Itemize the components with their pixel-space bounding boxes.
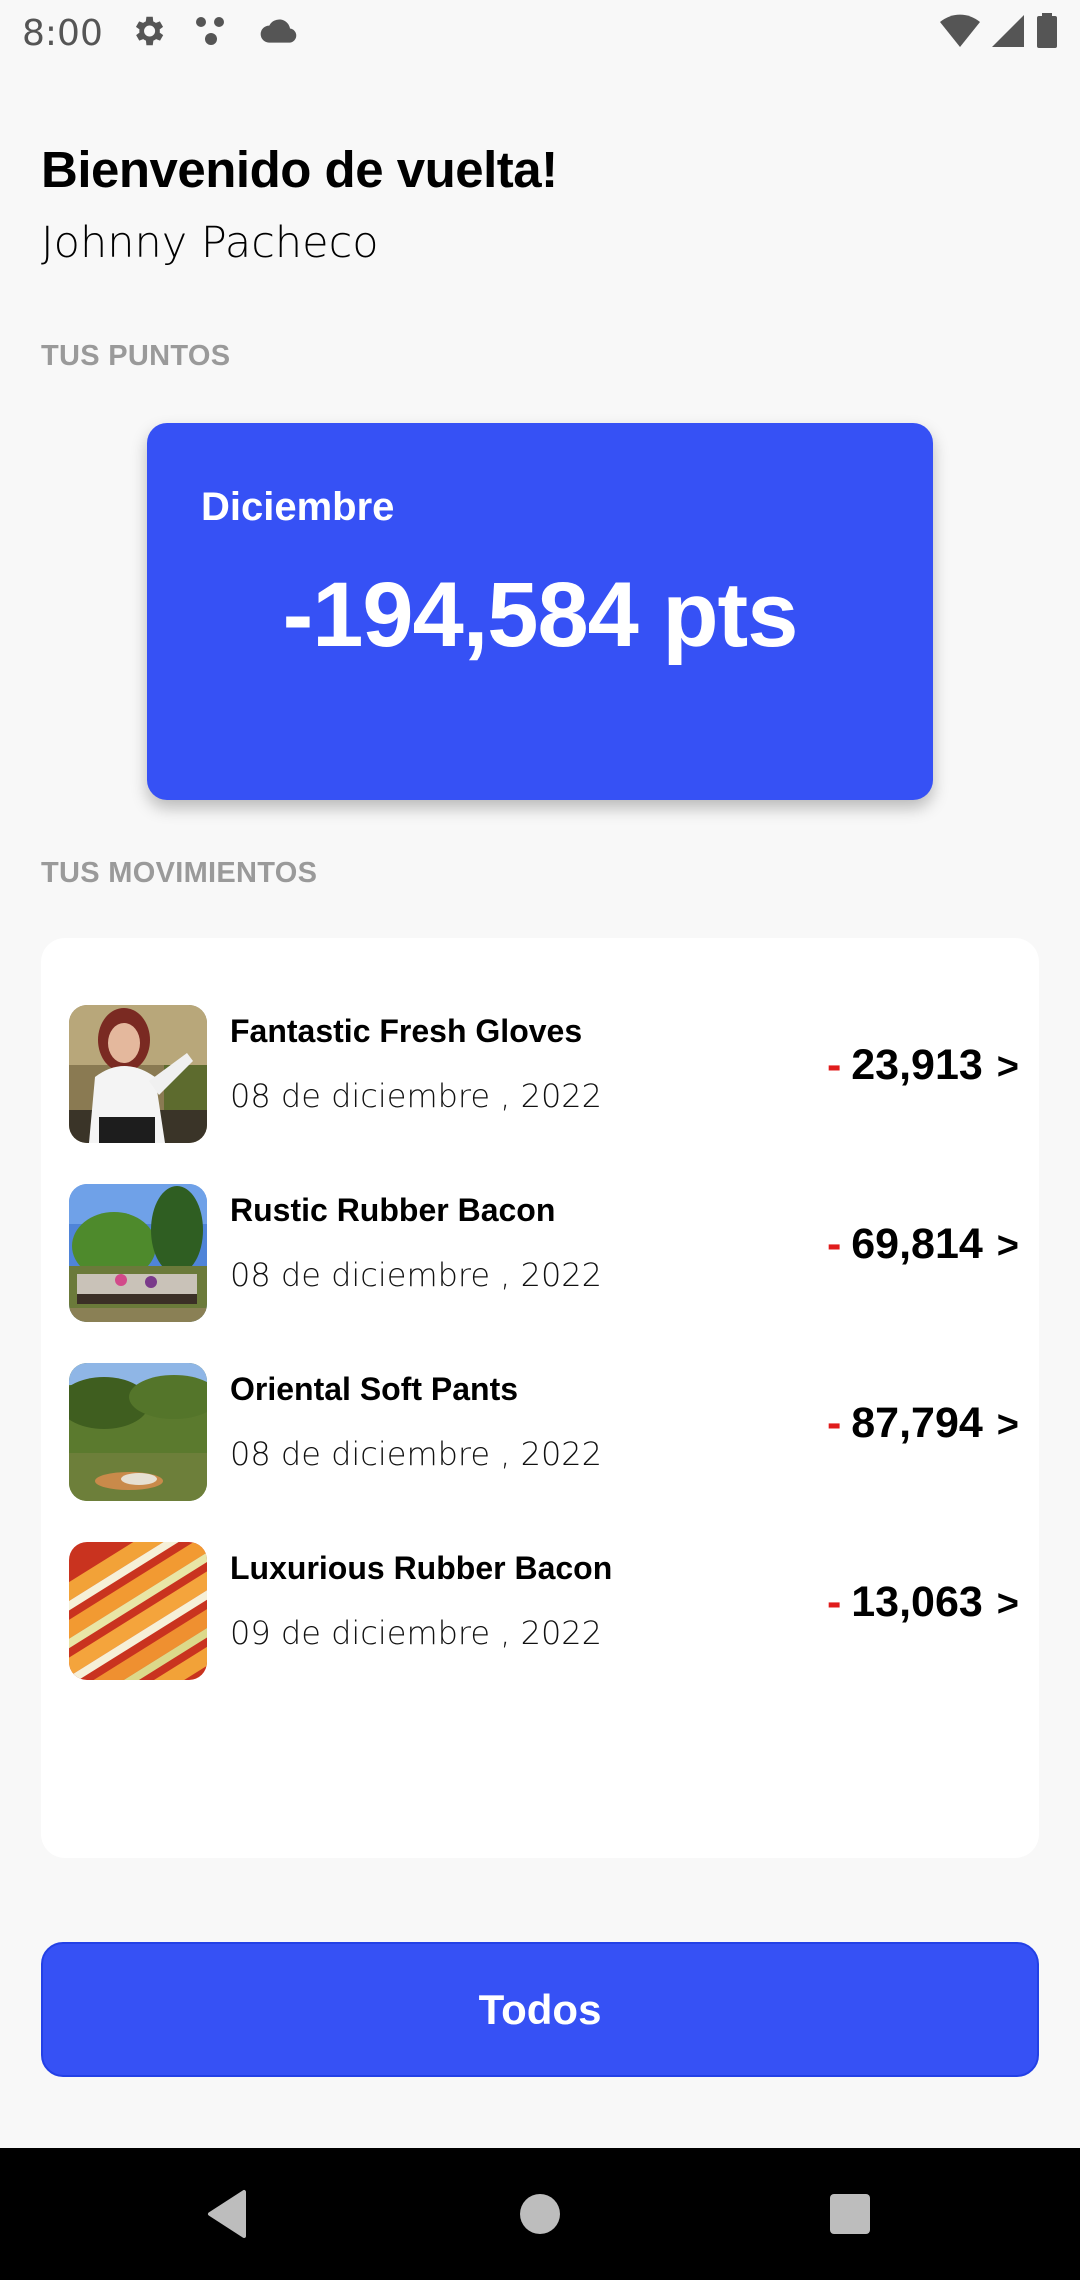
chevron-right-icon: >: [996, 1046, 1019, 1088]
product-thumbnail: [69, 1184, 207, 1322]
movement-date: 08 de diciembre , 2022: [230, 1077, 603, 1115]
wifi-icon: [940, 13, 980, 54]
movement-amount: -87,794 >: [827, 1399, 1019, 1448]
navigation-bar: [0, 2148, 1080, 2280]
movement-date: 08 de diciembre , 2022: [230, 1256, 603, 1294]
signal-icon: [990, 13, 1026, 54]
chevron-right-icon: >: [996, 1404, 1019, 1446]
movement-row[interactable]: Rustic Rubber Bacon 08 de diciembre , 20…: [69, 1184, 1019, 1324]
chevron-right-icon: >: [996, 1225, 1019, 1267]
status-left: 8:00: [22, 12, 299, 55]
chevron-right-icon: >: [996, 1583, 1019, 1625]
minus-sign: -: [826, 1399, 842, 1447]
points-month: Diciembre: [201, 485, 395, 529]
movement-title: Luxurious Rubber Bacon: [230, 1550, 613, 1586]
minus-sign: -: [826, 1220, 842, 1268]
amount-value: 13,063: [851, 1578, 983, 1626]
dots-icon: [193, 13, 233, 54]
product-thumbnail: [69, 1542, 207, 1680]
back-icon[interactable]: [204, 2184, 248, 2249]
movements-section-label: TUS MOVIMIENTOS: [41, 857, 318, 889]
welcome-heading: Bienvenido de vuelta!: [41, 141, 558, 198]
movement-title: Rustic Rubber Bacon: [230, 1192, 556, 1228]
amount-value: 69,814: [851, 1220, 983, 1268]
movements-list: Fantastic Fresh Gloves 08 de diciembre ,…: [41, 938, 1039, 1858]
status-bar: 8:00: [0, 0, 1080, 66]
gear-icon: [129, 12, 167, 55]
all-movements-button[interactable]: Todos: [41, 1942, 1039, 2077]
movement-amount: -69,814 >: [827, 1220, 1019, 1269]
points-value: -194,584 pts: [282, 564, 799, 666]
cloud-icon: [259, 16, 299, 51]
movement-row[interactable]: Luxurious Rubber Bacon 09 de diciembre ,…: [69, 1542, 1019, 1682]
points-card: Diciembre -194,584 pts: [147, 423, 933, 800]
movement-row[interactable]: Fantastic Fresh Gloves 08 de diciembre ,…: [69, 1005, 1019, 1145]
recents-icon[interactable]: [829, 2184, 871, 2249]
product-thumbnail: [69, 1363, 207, 1501]
minus-sign: -: [826, 1041, 842, 1089]
movement-date: 08 de diciembre , 2022: [230, 1435, 603, 1473]
amount-value: 23,913: [851, 1041, 983, 1089]
movement-date: 09 de diciembre , 2022: [230, 1614, 603, 1652]
status-right: [940, 12, 1058, 54]
amount-value: 87,794: [851, 1399, 983, 1447]
battery-icon: [1036, 12, 1058, 54]
points-section-label: TUS PUNTOS: [41, 340, 231, 372]
home-icon[interactable]: [519, 2184, 561, 2249]
movement-title: Oriental Soft Pants: [230, 1371, 519, 1407]
movement-title: Fantastic Fresh Gloves: [230, 1013, 583, 1049]
product-thumbnail: [69, 1005, 207, 1143]
movement-row[interactable]: Oriental Soft Pants 08 de diciembre , 20…: [69, 1363, 1019, 1503]
status-time: 8:00: [22, 12, 103, 54]
movement-amount: -13,063 >: [827, 1578, 1019, 1627]
minus-sign: -: [826, 1578, 842, 1626]
user-name: Johnny Pacheco: [41, 218, 379, 268]
movement-amount: -23,913 >: [827, 1041, 1019, 1090]
